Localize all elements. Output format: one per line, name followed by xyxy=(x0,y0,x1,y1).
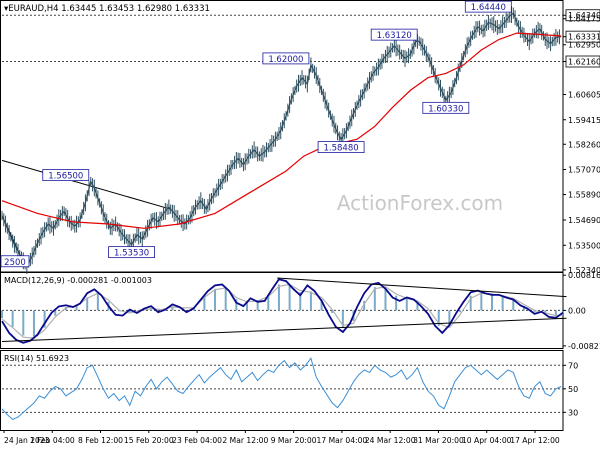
price-tick-label-11: 1.53500 xyxy=(568,241,600,250)
price-tick-label-6: 1.59415 xyxy=(568,116,600,125)
price-tick-label-4: 1.62160 xyxy=(568,58,600,67)
chart: ActionForex.com 1.56500 1.53530 1.62000 1.58… xyxy=(0,0,600,450)
price-trendline-0 xyxy=(1,159,171,210)
rsi-tick-label-0: 70 xyxy=(568,361,578,370)
rsi-tick-label-1: 50 xyxy=(568,385,578,394)
price-tick-label-5: 1.60605 xyxy=(568,91,600,100)
price-tick-label-8: 1.57070 xyxy=(568,166,600,175)
price-tick-label-3: 1.62950 xyxy=(568,41,600,50)
price-tick-label-9: 1.55890 xyxy=(568,191,600,200)
time-tick-label-7: 17 Mar 04:00 xyxy=(317,436,368,445)
time-tick-label-11: 17 Apr 12:00 xyxy=(510,436,560,445)
annotation-label-0: 1.56500 xyxy=(48,172,83,182)
price-tick-label-1: 1.64175 xyxy=(568,15,600,24)
macd-trendline-0 xyxy=(1,317,567,343)
annotation-label-5: 1.60330 xyxy=(428,104,463,114)
time-tick-label-10: 10 Apr 04:00 xyxy=(462,436,512,445)
price-panel-frame xyxy=(0,0,564,273)
macd-header: MACD(12,26,9) -0.000281 -0.001003 xyxy=(4,276,152,285)
time-tick-label-1: 1 Feb 04:00 xyxy=(30,436,75,445)
macd-trendline-1 xyxy=(277,277,567,298)
chart-header: ▾EURAUD,H4 1.63445 1.63453 1.62980 1.633… xyxy=(4,4,210,14)
annotation-label-4: 1.63120 xyxy=(377,31,412,41)
time-tick-label-8: 24 Mar 12:00 xyxy=(365,436,416,445)
annotation-label-7: 2500 xyxy=(4,258,26,268)
chart-svg: ActionForex.com 1.56500 1.53530 1.62000 1.58… xyxy=(0,0,600,445)
annotation-label-1: 1.53530 xyxy=(114,249,149,259)
macd-tick-label-1: 0.00 xyxy=(568,306,586,315)
time-tick-label-5: 2 Mar 12:00 xyxy=(222,436,268,445)
rsi-line xyxy=(1,357,562,420)
time-tick-label-2: 8 Feb 12:00 xyxy=(78,436,123,445)
macd-line xyxy=(1,278,564,344)
rsi-header: RSI(14) 51.6923 xyxy=(4,354,69,363)
time-tick-label-4: 23 Feb 04:00 xyxy=(172,436,222,445)
annotation-label-6: 1.64440 xyxy=(471,3,506,13)
macd-tick-label-0: 0.00816 xyxy=(568,271,600,280)
annotation-label-3: 1.58480 xyxy=(324,144,359,154)
rsi-tick-label-2: 30 xyxy=(568,408,578,417)
macd-tick-label-2: -0.00821 xyxy=(568,342,600,351)
time-tick-label-9: 31 Mar 20:00 xyxy=(413,436,464,445)
time-tick-label-6: 9 Mar 20:00 xyxy=(271,436,317,445)
annotation-label-2: 1.62000 xyxy=(268,55,303,65)
price-tick-label-7: 1.58260 xyxy=(568,140,600,149)
watermark: ActionForex.com xyxy=(337,191,503,215)
price-tick-label-10: 1.54690 xyxy=(568,216,600,225)
time-tick-label-3: 15 Feb 20:00 xyxy=(124,436,174,445)
price-line xyxy=(1,12,562,268)
